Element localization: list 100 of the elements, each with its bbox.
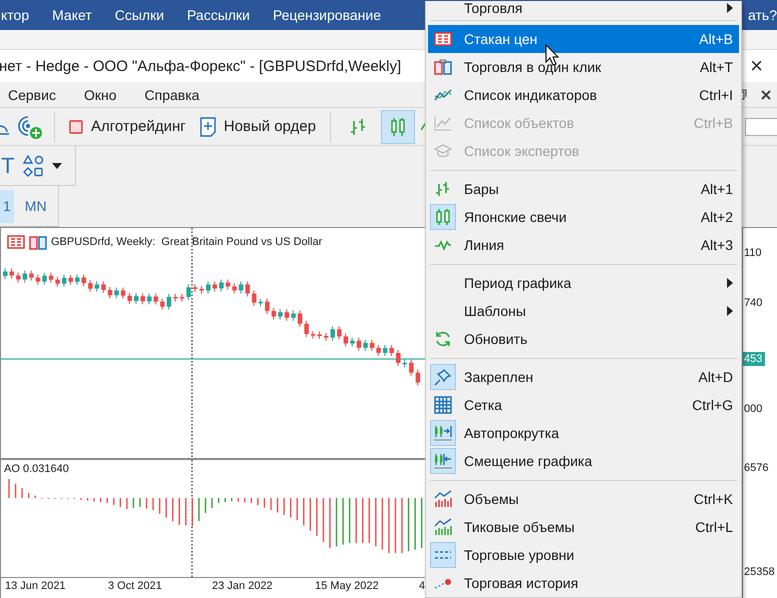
candlestick	[284, 308, 290, 322]
candlestick	[363, 339, 368, 352]
candlestick	[16, 272, 21, 283]
square-icon	[69, 120, 83, 134]
caret-icon[interactable]	[52, 162, 62, 168]
menu-item[interactable]: Сервис	[8, 86, 56, 102]
menu-item[interactable]: Список индикаторов Ctrl+I	[428, 81, 739, 110]
candlestick	[310, 330, 316, 340]
date-label: 23 Jan 2022	[212, 580, 273, 592]
price-label: 453	[743, 352, 766, 366]
candlestick	[48, 272, 54, 284]
candlestick	[258, 298, 263, 307]
candlesticks-button[interactable]	[380, 110, 415, 144]
menu-item[interactable]: Сетка Ctrl+G	[428, 391, 739, 420]
order-book-icon	[434, 32, 452, 46]
candlestick	[396, 350, 400, 366]
line-chart-icon	[434, 115, 452, 132]
order-book-icon[interactable]	[7, 235, 25, 249]
candlestick	[344, 332, 348, 347]
ribbon-tab[interactable]: Макет	[52, 7, 92, 23]
candlestick	[356, 337, 362, 352]
candlestick	[36, 274, 40, 286]
menu-item[interactable]: Японские свечи Alt+2	[428, 203, 739, 232]
menu-item[interactable]: Закреплен Alt+D	[428, 363, 739, 392]
graduation-cap-icon	[434, 144, 452, 158]
candlestick	[350, 337, 355, 347]
timeframe-tab[interactable]: 1	[0, 190, 14, 222]
candlestick	[219, 279, 224, 292]
menu-item[interactable]: Линия Alt+3	[428, 231, 739, 260]
ribbon-tab[interactable]: Рецензирование	[272, 7, 381, 23]
mouse-cursor-icon	[545, 44, 559, 66]
candlestick	[186, 284, 191, 301]
candlestick	[324, 332, 328, 342]
candlestick	[272, 307, 276, 320]
submenu-arrow-icon	[727, 306, 733, 316]
candlestick	[10, 268, 14, 279]
candlestick	[173, 293, 178, 302]
new-order-button[interactable]: Новый ордер	[196, 112, 320, 140]
ribbon-tab[interactable]: Рассылки	[187, 7, 250, 23]
one-click-icon	[434, 59, 452, 76]
timeframe-tab[interactable]: MN	[22, 190, 50, 222]
submenu-arrow-icon	[727, 278, 733, 288]
bars-icon	[435, 181, 451, 198]
text-tool[interactable]: T	[1, 152, 14, 178]
candlestick	[55, 276, 60, 288]
candlestick	[192, 284, 198, 292]
algo-trading-button[interactable]: Алготрейдинг	[65, 114, 190, 139]
menu-item[interactable]: Торговая история	[428, 569, 739, 598]
candlesticks-icon	[435, 208, 451, 226]
menu-item[interactable]: Торговые уровни	[428, 541, 739, 570]
menu-item[interactable]: Стакан цен Alt+B	[428, 25, 739, 54]
candlestick	[108, 286, 112, 299]
close-icon[interactable]	[761, 90, 771, 100]
date-label: 4	[419, 580, 426, 592]
ribbon-tab[interactable]: ктор	[1, 7, 30, 23]
candlestick	[337, 326, 342, 340]
candlestick	[120, 287, 126, 300]
candlestick	[154, 293, 158, 306]
candlestick	[330, 326, 335, 342]
menu-item[interactable]: Бары Alt+1	[428, 175, 739, 204]
candlestick	[402, 359, 408, 368]
date-label: 13 Jun 2021	[5, 580, 66, 592]
line-icon	[434, 239, 452, 252]
submenu-arrow-icon	[727, 3, 733, 14]
one-click-icon[interactable]	[29, 234, 47, 250]
menu-item[interactable]: Смещение графика	[428, 447, 739, 476]
menu-item[interactable]: Обновить	[428, 325, 739, 354]
menu-item[interactable]: Окно	[84, 86, 116, 102]
candlestick	[206, 281, 211, 294]
menu-item[interactable]: Торговля в один клик Alt+T	[428, 53, 739, 82]
candlestick	[265, 298, 270, 314]
input-field[interactable]	[745, 118, 777, 136]
date-label: 3 Oct 2021	[108, 580, 162, 592]
candlestick	[252, 290, 256, 306]
document-plus-icon	[200, 116, 216, 136]
candlestick	[94, 280, 100, 292]
candlestick	[291, 310, 296, 322]
candlestick	[304, 320, 309, 338]
chart-legend: GBPUSDrfd, Weekly: Great Britain Pound vs US Dollar	[51, 236, 322, 248]
menu-item[interactable]: Период графика	[428, 269, 739, 298]
price-label: 25358	[743, 565, 776, 579]
candlestick	[238, 280, 244, 294]
close-button[interactable]: ×	[750, 53, 763, 79]
menu-item[interactable]: Справка	[144, 86, 200, 102]
help-text: ать?	[748, 7, 777, 23]
menu-item[interactable]: Объемы Ctrl+K	[428, 485, 739, 514]
candlestick	[200, 285, 204, 294]
ribbon-tab[interactable]: Ссылки	[114, 7, 164, 23]
candlestick	[42, 272, 47, 286]
menu-item[interactable]: Торговля	[428, 1, 739, 16]
refresh-icon	[434, 330, 452, 348]
menu-item[interactable]: Шаблоны	[428, 297, 739, 326]
candlestick	[382, 344, 388, 356]
candlestick	[298, 310, 302, 328]
shapes-icon[interactable]	[22, 154, 44, 176]
candlestick	[114, 287, 119, 299]
window-title: нет - Hedge - ООО "Альфа-Форекс" - [GBPUSDrfd,Weekly]	[0, 58, 402, 74]
menu-item[interactable]: Тиковые объемы Ctrl+L	[428, 513, 739, 542]
candlestick	[212, 281, 218, 292]
menu-item[interactable]: Автопрокрутка	[428, 419, 739, 448]
